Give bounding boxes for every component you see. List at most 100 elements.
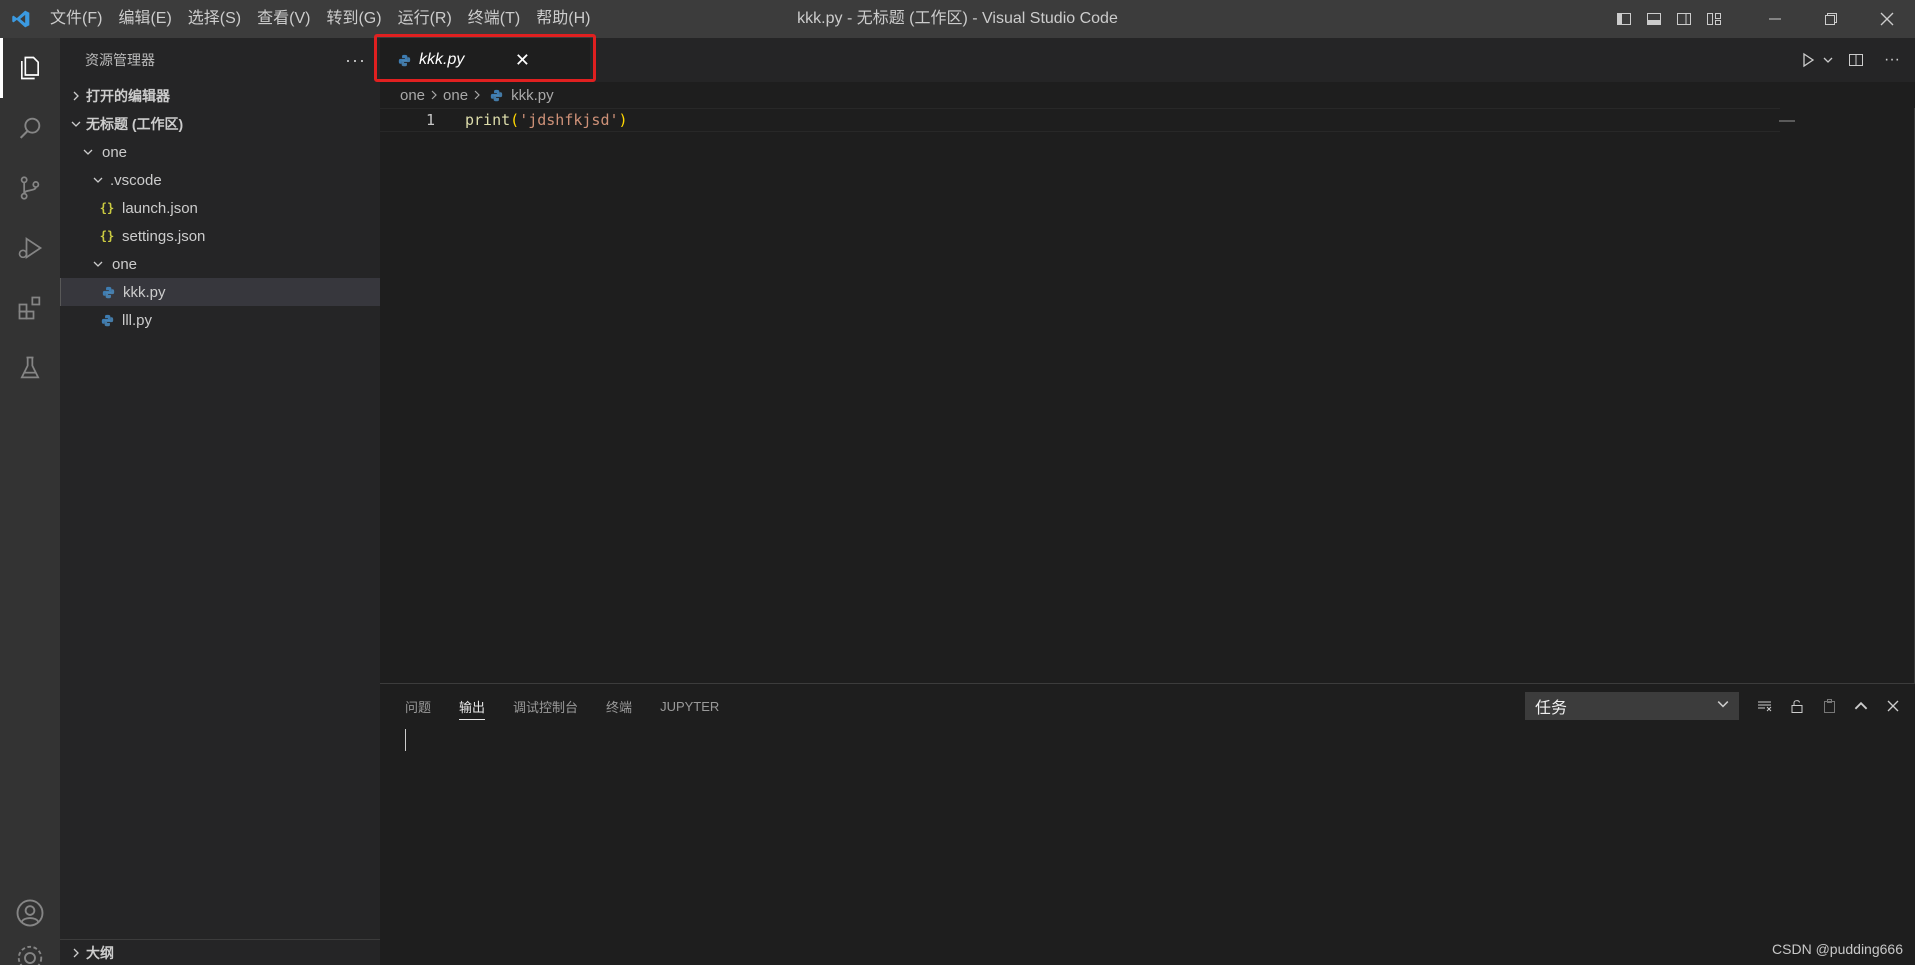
token-function: print [465,111,511,129]
account-icon[interactable] [0,883,60,943]
maximize-panel-icon[interactable] [1847,692,1875,720]
tab-problems[interactable]: 问题 [405,684,445,728]
source-control-icon[interactable] [0,158,60,218]
json-file-icon: {} [99,229,115,243]
menu-edit[interactable]: 编辑(E) [110,0,179,38]
run-python-file-icon[interactable] [1793,45,1823,75]
vscode-logo-icon [0,0,42,38]
tab-terminal[interactable]: 终端 [606,684,646,728]
tree-item-launch-json[interactable]: {} launch.json [60,194,380,222]
tree-item-label: .vscode [110,171,162,189]
python-file-icon [96,314,118,327]
lock-scroll-icon[interactable] [1783,692,1811,720]
watermark: CSDN @pudding666 [1772,941,1903,957]
tab-debug-console[interactable]: 调试控制台 [513,684,592,728]
text-cursor [405,729,406,751]
chevron-right-icon [66,948,86,958]
minimize-icon[interactable] [1747,0,1803,38]
toggle-secondary-sidebar-icon[interactable] [1669,0,1699,38]
breadcrumb: one one kkk.py [380,82,1915,108]
highlight-box [374,34,596,82]
tree-item-settings-json[interactable]: {} settings.json [60,222,380,250]
open-editors-label: 打开的编辑器 [86,88,170,104]
split-editor-icon[interactable] [1841,45,1871,75]
title-bar: 文件(F) 编辑(E) 选择(S) 查看(V) 转到(G) 运行(R) 终端(T… [0,0,1915,38]
select-value: 任务 [1535,700,1568,717]
close-window-icon[interactable] [1859,0,1915,38]
tree-item-kkk-py[interactable]: kkk.py [60,278,380,306]
more-actions-icon[interactable]: ··· [1877,45,1907,75]
editor-tabs: kkk.py ✕ ··· [374,34,1915,82]
workspace-label: 无标题 (工作区) [86,116,184,132]
token-paren: ( [510,111,520,129]
outline-label: 大纲 [86,944,114,961]
chevron-down-icon [1717,697,1729,715]
chevron-right-icon [429,87,439,104]
code-line[interactable]: 1 print('jdshfkjsd') [380,108,1780,132]
testing-flask-icon[interactable] [0,338,60,398]
chevron-right-icon [66,91,86,101]
breadcrumb-item[interactable]: one [443,87,468,104]
bottom-panel: 问题 输出 调试控制台 终端 JUPYTER 任务 CSDN @pudding6… [380,683,1915,965]
menu-go[interactable]: 转到(G) [318,0,389,38]
tree-item-folder-one-sub[interactable]: one [60,250,380,278]
clear-output-icon[interactable] [1751,692,1779,720]
explorer-header: 资源管理器 ··· [60,38,380,82]
python-file-icon [490,89,503,102]
open-log-file-icon[interactable] [1815,692,1843,720]
chevron-down-icon [78,147,98,157]
token-string: 'jdshfkjsd' [519,111,619,129]
tab-kkk-py[interactable]: kkk.py ✕ [374,34,596,82]
tree-item-label: one [112,255,138,273]
search-icon[interactable] [0,98,60,158]
code-editor[interactable]: 1 print('jdshfkjsd') [380,108,1915,683]
restore-icon[interactable] [1803,0,1859,38]
extensions-icon[interactable] [0,278,60,338]
breadcrumb-item[interactable]: one [400,87,425,104]
settings-gear-icon[interactable] [0,943,60,965]
chevron-down-icon [88,259,108,269]
chevron-right-icon [472,87,482,104]
close-panel-icon[interactable] [1879,692,1907,720]
toggle-sidebar-icon[interactable] [1609,0,1639,38]
line-number: 1 [425,111,435,129]
menu-view[interactable]: 查看(V) [249,0,318,38]
tree-item-label: kkk.py [123,283,166,301]
chevron-down-icon [66,119,86,129]
tree-item-label: settings.json [122,227,206,245]
menu-terminal[interactable]: 终端(T) [460,0,528,38]
explorer-sidebar: 资源管理器 ··· 打开的编辑器 无标题 (工作区) one .vscode {… [60,38,380,965]
explorer-icon[interactable] [0,38,60,98]
breadcrumb-item[interactable]: kkk.py [511,87,554,104]
outline-section[interactable]: 大纲 [60,939,380,965]
workspace-section[interactable]: 无标题 (工作区) [60,110,380,138]
tree-item-folder-one[interactable]: one [60,138,380,166]
customize-layout-icon[interactable] [1699,0,1729,38]
tree-item-lll-py[interactable]: lll.py [60,306,380,334]
menu-run[interactable]: 运行(R) [390,0,460,38]
explorer-title: 资源管理器 [85,52,155,68]
output-channel-select[interactable]: 任务 [1525,692,1739,720]
more-actions-icon[interactable]: ··· [345,50,366,71]
editor-area: kkk.py ✕ ··· one one kkk.py 1 print('jds… [374,34,1915,683]
tab-jupyter[interactable]: JUPYTER [660,684,733,728]
tab-output[interactable]: 输出 [459,684,499,728]
code-text: print('jdshfkjsd') [435,111,628,129]
menu-file[interactable]: 文件(F) [42,0,110,38]
menu-bar: 文件(F) 编辑(E) 选择(S) 查看(V) 转到(G) 运行(R) 终端(T… [42,0,598,38]
json-file-icon: {} [99,201,115,215]
toggle-panel-icon[interactable] [1639,0,1669,38]
tree-item-label: one [102,143,128,161]
tree-item-label: launch.json [122,199,198,217]
menu-selection[interactable]: 选择(S) [180,0,249,38]
tree-item-label: lll.py [122,311,153,329]
menu-help[interactable]: 帮助(H) [528,0,598,38]
activity-bar [0,38,60,965]
run-debug-icon[interactable] [0,218,60,278]
python-file-icon [97,286,119,299]
minimap[interactable] [1779,120,1795,122]
open-editors-section[interactable]: 打开的编辑器 [60,82,380,110]
run-dropdown-chevron-icon[interactable] [1821,45,1835,75]
tree-item-folder-vscode[interactable]: .vscode [60,166,380,194]
token-paren: ) [618,111,628,129]
